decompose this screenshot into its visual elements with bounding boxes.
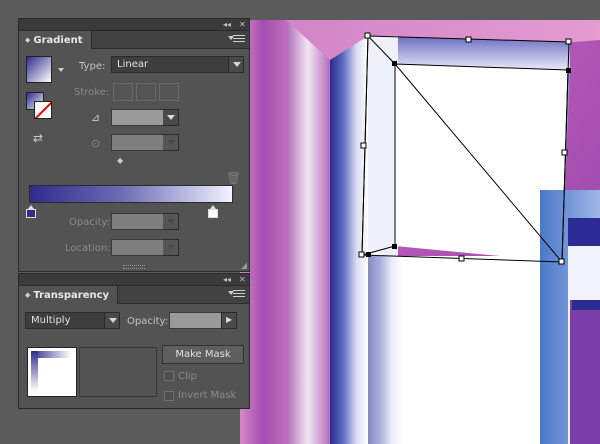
type-select[interactable]: Linear	[111, 56, 244, 73]
stroke-none-swatch[interactable]	[34, 101, 52, 119]
chevron-down-icon[interactable]	[163, 135, 178, 150]
stroke-along-button[interactable]	[136, 83, 156, 101]
type-label: Type:	[79, 61, 106, 72]
gradient-panel-titlebar[interactable]: ◂◂ ✕	[19, 19, 249, 31]
midpoint-diamond-icon[interactable]: ◆	[117, 156, 123, 165]
type-select-value: Linear	[117, 59, 149, 70]
reverse-gradient-icon[interactable]: ⇄	[33, 131, 43, 145]
collapse-panel-icon[interactable]: ◂◂	[223, 274, 231, 285]
transparency-panel-titlebar[interactable]: ◂◂ ✕	[19, 274, 249, 286]
transparency-panel: ◂◂ ✕ ◆ Transparency Multiply Opacity: ▶ M…	[18, 273, 250, 409]
stroke-across-button[interactable]	[159, 83, 179, 101]
tab-gradient-label: Gradient	[33, 35, 83, 46]
tab-transparency[interactable]: ◆ Transparency	[19, 286, 119, 304]
stop-opacity-dropdown[interactable]	[163, 213, 179, 230]
make-mask-button[interactable]: Make Mask	[162, 345, 244, 364]
clip-label: Clip	[178, 371, 197, 382]
location-label: Location:	[65, 243, 111, 254]
opacity-label: Opacity:	[69, 217, 111, 228]
aspect-ratio-icon: ⊙	[91, 137, 101, 150]
blend-mode-value: Multiply	[31, 315, 71, 326]
chevron-down-icon[interactable]	[228, 57, 243, 72]
gradient-stop-start[interactable]	[26, 205, 36, 218]
panel-menu-icon[interactable]	[228, 35, 245, 45]
chevron-down-icon[interactable]	[163, 240, 178, 255]
close-panel-icon[interactable]: ✕	[239, 19, 246, 30]
chevron-down-icon[interactable]	[163, 110, 178, 125]
stroke-label: Stroke:	[74, 87, 110, 98]
chevron-down-icon[interactable]	[104, 313, 119, 328]
angle-dropdown[interactable]	[163, 109, 179, 126]
object-thumbnail[interactable]	[27, 347, 77, 397]
tab-transparency-label: Transparency	[33, 290, 110, 301]
trash-icon[interactable]: 🗑	[226, 171, 241, 185]
chevron-right-icon: ▶	[226, 315, 233, 324]
collapse-panel-icon[interactable]: ◂◂	[223, 19, 231, 30]
clip-checkbox[interactable]	[164, 371, 174, 381]
transparency-opacity-label: Opacity:	[127, 316, 169, 327]
invert-mask-label: Invert Mask	[178, 390, 237, 401]
transparency-tab-row: ◆ Transparency	[19, 286, 249, 304]
gradient-thumbnail-dropdown-icon[interactable]	[58, 68, 64, 72]
gradient-tab-row: ◆ Gradient	[19, 31, 249, 49]
transparency-opacity-button[interactable]: ▶	[221, 312, 237, 329]
angle-icon: ⊿	[91, 111, 101, 124]
gradient-panel: ◂◂ ✕ ◆ Gradient Type: Linear Stroke: ⊿ ⊙ …	[18, 18, 250, 272]
invert-mask-checkbox[interactable]	[164, 391, 174, 401]
gradient-slider[interactable]	[29, 185, 233, 203]
panel-resize-grip[interactable]	[123, 265, 145, 269]
stroke-within-button[interactable]	[113, 83, 133, 101]
aspect-ratio-dropdown[interactable]	[163, 134, 179, 151]
resize-corner-icon[interactable]: ◢	[241, 261, 247, 270]
close-panel-icon[interactable]: ✕	[239, 274, 246, 285]
tab-toggle-icon[interactable]: ◆	[25, 286, 30, 304]
panel-menu-icon[interactable]	[228, 290, 245, 300]
chevron-down-icon[interactable]	[163, 214, 178, 229]
gradient-thumbnail[interactable]	[26, 56, 52, 83]
blend-mode-select[interactable]: Multiply	[25, 312, 120, 329]
tab-toggle-icon[interactable]: ◆	[25, 31, 30, 49]
stop-location-dropdown[interactable]	[163, 239, 179, 256]
tab-gradient[interactable]: ◆ Gradient	[19, 31, 92, 49]
mask-thumbnail-area	[79, 347, 157, 397]
gradient-stop-end[interactable]	[208, 205, 218, 218]
